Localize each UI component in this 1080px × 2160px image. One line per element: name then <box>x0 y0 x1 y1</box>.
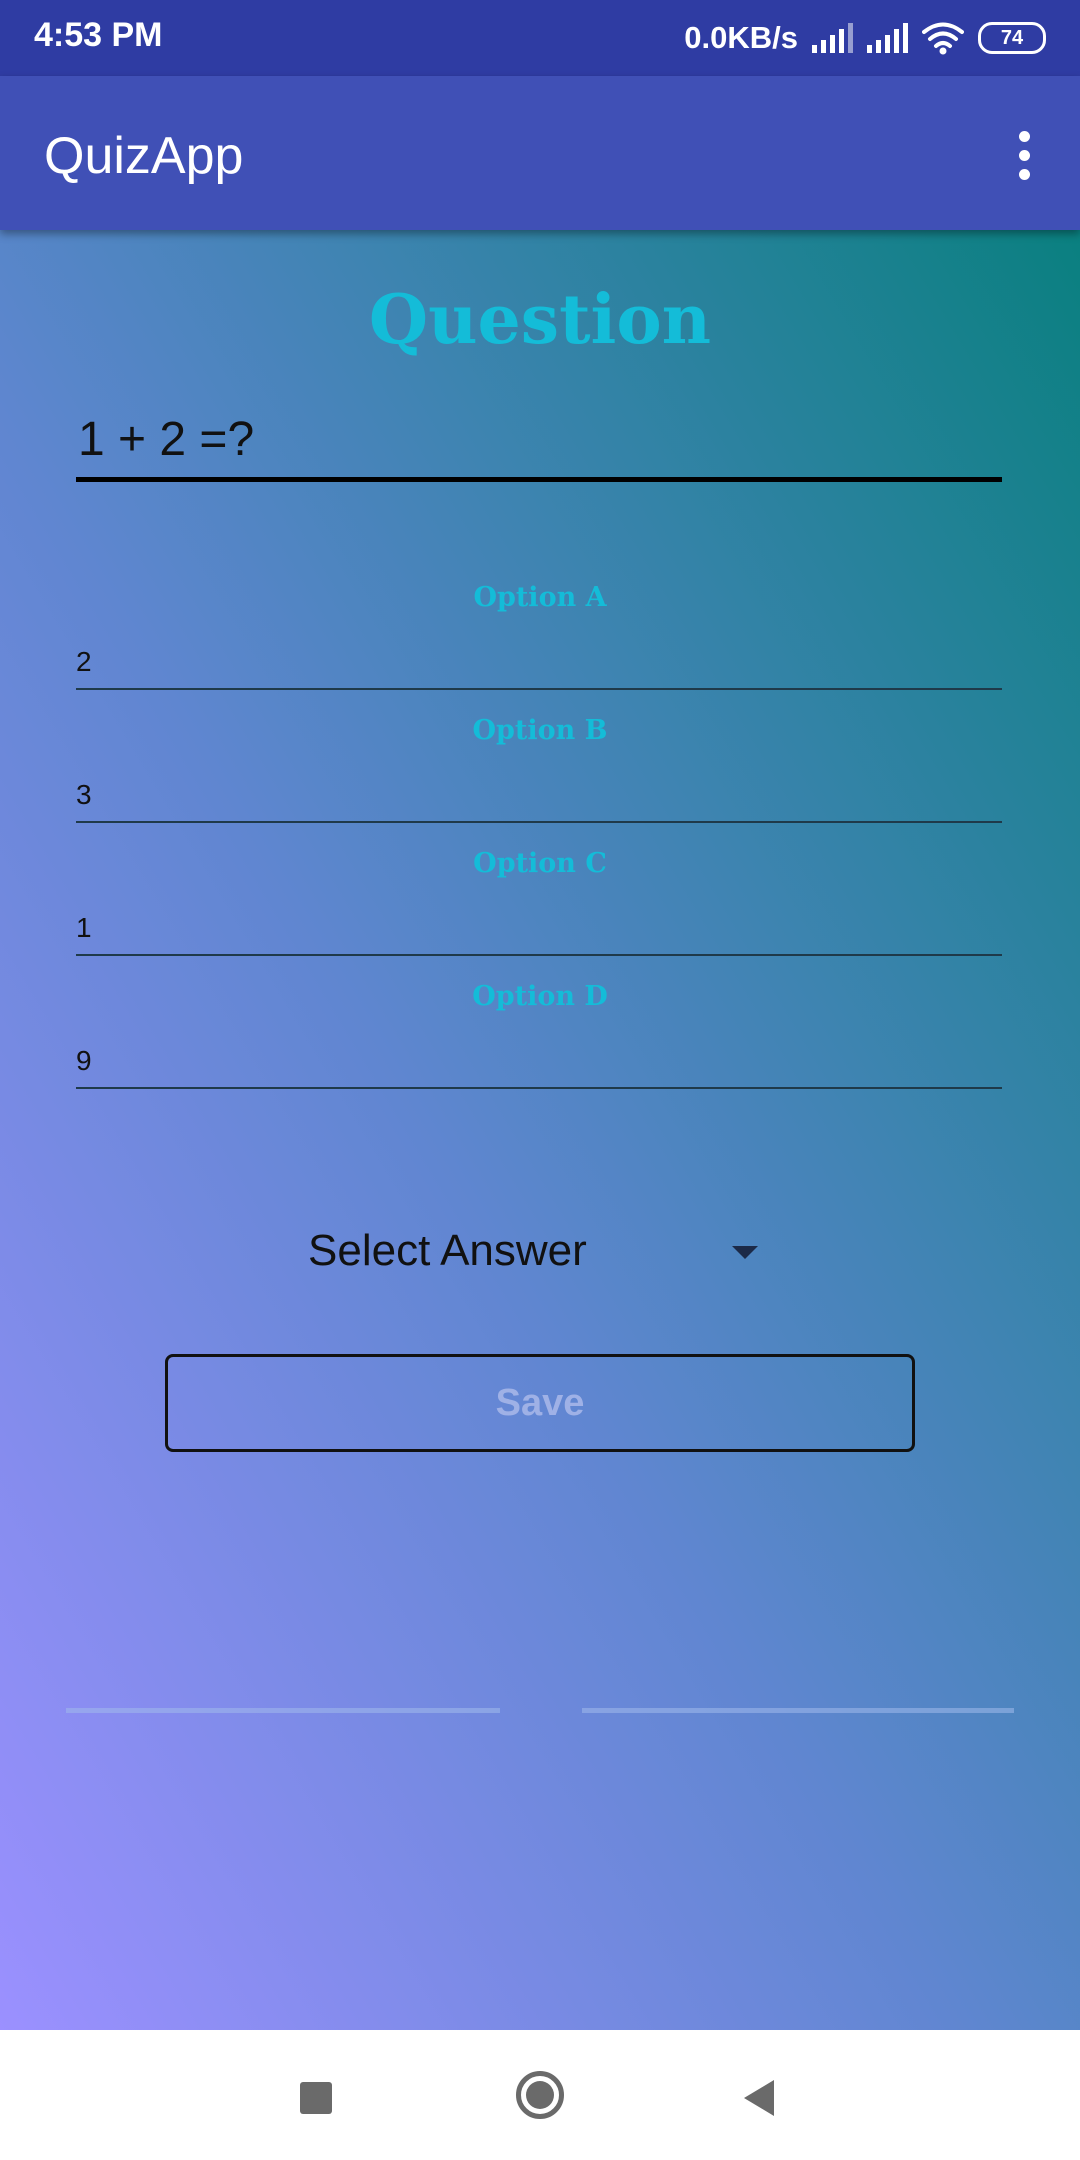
status-time: 4:53 PM <box>34 16 163 54</box>
status-bar: 4:53 PM 0.0KB/s 74 <box>0 0 1080 76</box>
option-c-label: Option C <box>473 848 607 879</box>
status-indicators: 0.0KB/s 74 <box>684 14 1046 62</box>
home-icon[interactable] <box>516 2071 564 2119</box>
divider <box>66 1708 500 1713</box>
option-a-label: Option A <box>473 582 607 613</box>
back-icon[interactable] <box>744 2080 774 2116</box>
option-c-input[interactable]: 1 <box>76 912 1002 956</box>
signal-icon <box>867 23 908 53</box>
option-b-input[interactable]: 3 <box>76 779 1002 823</box>
signal-icon <box>812 23 853 53</box>
app-bar: QuizApp <box>0 76 1080 230</box>
divider <box>582 1708 1014 1713</box>
recents-icon[interactable] <box>300 2082 332 2114</box>
battery-icon: 74 <box>978 22 1046 54</box>
question-input[interactable]: 1 + 2 =? <box>76 412 1002 482</box>
more-vert-icon[interactable] <box>994 120 1054 190</box>
network-speed: 0.0KB/s <box>684 20 798 55</box>
dropdown-arrow-icon <box>732 1246 758 1259</box>
navigation-bar <box>0 2030 1080 2160</box>
battery-level: 74 <box>1000 26 1024 49</box>
option-b-label: Option B <box>472 715 608 746</box>
answer-spinner[interactable]: Select Answer <box>306 1216 776 1286</box>
answer-spinner-label: Select Answer <box>308 1226 587 1275</box>
app-title: QuizApp <box>44 127 244 185</box>
question-heading: Question <box>368 280 712 360</box>
option-d-input[interactable]: 9 <box>76 1045 1002 1089</box>
question-form: Question 1 + 2 =? Option A 2 Option B 3 … <box>0 230 1080 2030</box>
option-a-input[interactable]: 2 <box>76 646 1002 690</box>
option-d-label: Option D <box>472 981 608 1012</box>
save-button[interactable]: Save <box>165 1354 915 1452</box>
wifi-icon <box>922 22 964 55</box>
